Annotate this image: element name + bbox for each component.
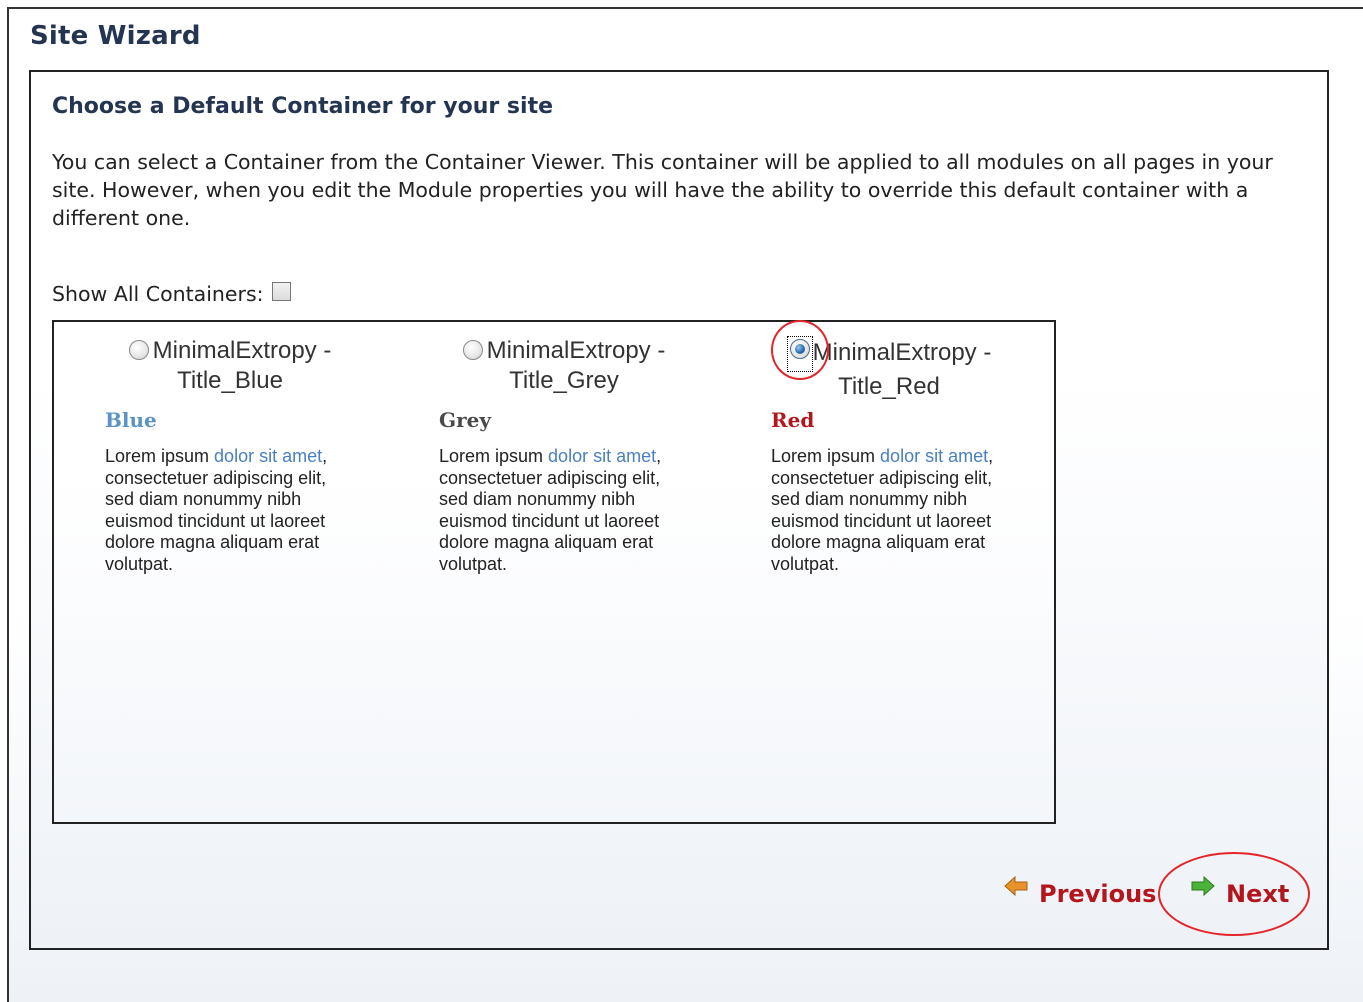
container-option-title: MinimalExtropy - Title_Red xyxy=(759,320,1019,402)
container-name-line2: Title_Blue xyxy=(177,367,283,394)
show-all-checkbox[interactable] xyxy=(271,281,291,301)
section-heading: Choose a Default Container for your site xyxy=(52,94,554,119)
preview-text-start: Lorem ipsum xyxy=(439,446,549,466)
container-preview-text: Lorem ipsum dolor sit amet, consectetuer… xyxy=(105,446,355,575)
container-radio-blue[interactable] xyxy=(128,340,149,360)
wizard-window: Site Wizard Choose a Default Container f… xyxy=(7,7,1363,1002)
container-color-label: Blue xyxy=(105,408,157,432)
preview-text-start: Lorem ipsum xyxy=(105,446,215,466)
container-preview-text: Lorem ipsum dolor sit amet, consectetuer… xyxy=(439,446,689,575)
radio-focus-ring xyxy=(786,336,813,372)
container-option-title: MinimalExtropy - Title_Blue xyxy=(100,336,360,396)
show-all-label: Show All Containers: xyxy=(52,282,264,306)
arrow-right-icon xyxy=(1191,875,1215,897)
preview-link[interactable]: dolor sit amet xyxy=(214,446,322,466)
next-button[interactable]: Next xyxy=(1158,852,1310,936)
show-all-containers: Show All Containers: xyxy=(52,281,291,306)
preview-text-start: Lorem ipsum xyxy=(771,446,881,466)
selected-radio-wrapper xyxy=(770,320,829,380)
container-color-label: Red xyxy=(771,408,815,432)
container-name-line2: Title_Grey xyxy=(509,367,619,394)
container-name-line1: MinimalExtropy - xyxy=(812,339,992,366)
container-radio-red[interactable] xyxy=(789,339,810,359)
container-viewer: MinimalExtropy - Title_Blue Blue Lorem i… xyxy=(52,320,1056,824)
container-radio-grey[interactable] xyxy=(462,340,483,360)
container-option-title: MinimalExtropy - Title_Grey xyxy=(434,336,694,396)
previous-label: Previous xyxy=(1039,880,1157,908)
preview-link[interactable]: dolor sit amet xyxy=(880,446,988,466)
container-name-line1: MinimalExtropy - xyxy=(486,337,666,364)
next-label: Next xyxy=(1226,880,1290,908)
section-description: You can select a Container from the Cont… xyxy=(52,150,1273,230)
wizard-panel: Choose a Default Container for your site… xyxy=(29,70,1329,950)
previous-button[interactable]: Previous xyxy=(1003,875,1157,908)
preview-link[interactable]: dolor sit amet xyxy=(548,446,656,466)
container-preview-text: Lorem ipsum dolor sit amet, consectetuer… xyxy=(771,446,1021,575)
wizard-title: Site Wizard xyxy=(30,21,201,51)
container-name-line2: Title_Red xyxy=(838,373,940,400)
container-name-line1: MinimalExtropy - xyxy=(152,337,332,364)
arrow-left-icon xyxy=(1004,875,1028,897)
container-color-label: Grey xyxy=(439,408,491,432)
